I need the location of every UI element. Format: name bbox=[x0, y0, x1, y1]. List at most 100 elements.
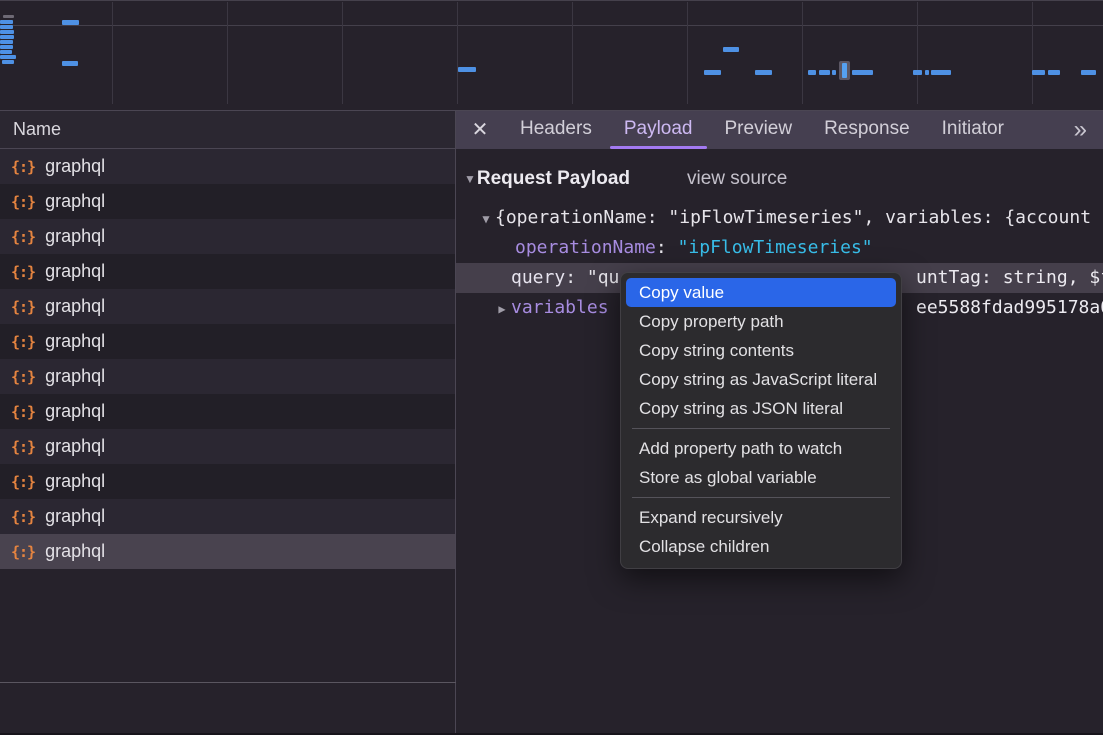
request-timing-bar bbox=[931, 70, 951, 75]
request-name: graphql bbox=[45, 156, 105, 177]
request-timing-bar bbox=[925, 70, 929, 75]
json-fetch-icon: {:} bbox=[11, 403, 35, 421]
request-timing-bar bbox=[0, 45, 13, 49]
overview-gridline bbox=[342, 2, 343, 104]
request-timing-bar bbox=[819, 70, 830, 75]
tab-payload[interactable]: Payload bbox=[608, 111, 709, 149]
overview-gridline bbox=[457, 2, 458, 104]
request-row[interactable]: {:}graphql bbox=[0, 534, 455, 569]
menu-item-copy-string-as-javascript-literal[interactable]: Copy string as JavaScript literal bbox=[621, 365, 901, 394]
request-timing-bar bbox=[0, 35, 14, 39]
menu-item-copy-string-contents[interactable]: Copy string contents bbox=[621, 336, 901, 365]
request-row[interactable]: {:} graphql bbox=[0, 394, 455, 429]
property-key: variables bbox=[511, 297, 609, 318]
overview-gridline bbox=[917, 2, 918, 104]
menu-item-copy-property-path[interactable]: Copy property path bbox=[621, 307, 901, 336]
request-timing-bar bbox=[0, 40, 13, 44]
json-fetch-icon: {:} bbox=[11, 298, 35, 316]
request-name: graphql bbox=[45, 506, 105, 527]
request-timing-bar bbox=[808, 70, 816, 75]
request-timing-bar bbox=[458, 67, 476, 72]
property-key: query bbox=[511, 267, 565, 288]
tab-initiator[interactable]: Initiator bbox=[926, 111, 1020, 149]
network-request-pane: Name {:}graphql{:}graphql{:}graphql{:}gr… bbox=[0, 110, 455, 733]
request-name: graphql bbox=[45, 401, 105, 422]
property-value-right: untTag: string, $f bbox=[916, 263, 1103, 293]
request-name: graphql bbox=[45, 331, 105, 352]
request-timing-bar bbox=[0, 20, 13, 24]
request-row[interactable]: {:}graphql bbox=[0, 254, 455, 289]
tree-row-operation-name[interactable]: operationName: "ipFlowTimeseries" bbox=[456, 233, 1103, 263]
request-list: {:} graphql {:} graphql {:} graphql {:} graphql… bbox=[0, 149, 455, 733]
menu-item-copy-string-as-json-literal[interactable]: Copy string as JSON literal bbox=[621, 394, 901, 423]
request-row[interactable]: {:} graphql bbox=[0, 184, 455, 219]
property-value-left: "qu bbox=[587, 267, 620, 288]
close-icon[interactable]: ✕ bbox=[468, 111, 492, 149]
request-payload-section-header[interactable]: ▼ Request Payload view source bbox=[464, 163, 787, 195]
menu-divider bbox=[632, 497, 890, 498]
name-column-header[interactable]: Name bbox=[0, 110, 455, 149]
menu-item-add-property-path-to-watch[interactable]: Add property path to watch bbox=[621, 434, 901, 463]
overview-gridline bbox=[572, 2, 573, 104]
request-row[interactable]: {:} graphql bbox=[0, 149, 455, 184]
collapse-triangle-icon[interactable]: ▼ bbox=[464, 172, 476, 186]
overview-gridline bbox=[687, 2, 688, 104]
json-fetch-icon: {:} bbox=[11, 508, 35, 526]
expand-triangle-icon[interactable]: ▶ bbox=[493, 294, 511, 323]
menu-item-store-as-global-variable[interactable]: Store as global variable bbox=[621, 463, 901, 492]
tab-preview[interactable]: Preview bbox=[709, 111, 809, 149]
property-value: "ipFlowTimeseries" bbox=[678, 237, 873, 258]
request-name: graphql bbox=[45, 261, 105, 282]
request-row[interactable]: {:}graphql bbox=[0, 429, 455, 464]
request-timing-bar bbox=[0, 25, 13, 29]
detail-tab-bar: ✕ HeadersPayloadPreviewResponseInitiator… bbox=[456, 110, 1103, 149]
more-tabs-icon[interactable]: » bbox=[1074, 113, 1087, 147]
request-timing-bar bbox=[842, 63, 847, 78]
request-timing-bar bbox=[0, 30, 14, 34]
expand-triangle-icon[interactable]: ▼ bbox=[477, 204, 495, 233]
property-key: operationName bbox=[515, 237, 656, 258]
request-timing-bar bbox=[723, 47, 739, 52]
request-name: graphql bbox=[45, 541, 105, 562]
json-fetch-icon: {:} bbox=[11, 193, 35, 211]
devtools-window: Name {:}graphql{:}graphql{:}graphql{:}gr… bbox=[0, 0, 1103, 735]
json-fetch-icon: {:} bbox=[11, 158, 35, 176]
tree-row-root[interactable]: ▼{operationName: "ipFlowTimeseries", var… bbox=[456, 203, 1103, 233]
json-fetch-icon: {:} bbox=[11, 333, 35, 351]
json-fetch-icon: {:} bbox=[11, 473, 35, 491]
colon: : bbox=[656, 237, 678, 258]
request-row[interactable]: {:} graphql bbox=[0, 499, 455, 534]
object-preview: {operationName: "ipFlowTimeseries", vari… bbox=[495, 207, 1091, 228]
request-timing-bar bbox=[755, 70, 772, 75]
request-name: graphql bbox=[45, 471, 105, 492]
menu-item-collapse-children[interactable]: Collapse children bbox=[621, 532, 901, 561]
tab-response[interactable]: Response bbox=[808, 111, 926, 149]
request-row[interactable]: {:} graphql bbox=[0, 464, 455, 499]
view-source-link[interactable]: view source bbox=[687, 168, 787, 190]
request-timing-bar bbox=[913, 70, 922, 75]
context-menu: Copy valueCopy property pathCopy string … bbox=[620, 272, 902, 569]
overview-timeline[interactable] bbox=[0, 0, 1103, 111]
request-timing-bar bbox=[0, 50, 12, 54]
request-timing-bar bbox=[62, 61, 78, 66]
tab-strip: HeadersPayloadPreviewResponseInitiator bbox=[504, 111, 1020, 149]
overview-gridline bbox=[227, 2, 228, 104]
request-row[interactable]: {:} graphql bbox=[0, 289, 455, 324]
request-name: graphql bbox=[45, 296, 105, 317]
json-fetch-icon: {:} bbox=[11, 368, 35, 386]
menu-item-copy-value[interactable]: Copy value bbox=[626, 278, 896, 307]
request-row[interactable]: {:} graphql bbox=[0, 324, 455, 359]
request-timing-bar bbox=[3, 15, 14, 18]
request-timing-bar bbox=[1032, 70, 1045, 75]
overview-gridline bbox=[112, 2, 113, 104]
request-row[interactable]: {:} graphql bbox=[0, 359, 455, 394]
request-name: graphql bbox=[45, 191, 105, 212]
menu-item-expand-recursively[interactable]: Expand recursively bbox=[621, 503, 901, 532]
request-timing-bar bbox=[62, 20, 79, 25]
request-row[interactable]: {:}graphql bbox=[0, 219, 455, 254]
request-name: graphql bbox=[45, 366, 105, 387]
request-timing-bar bbox=[704, 70, 721, 75]
tab-headers[interactable]: Headers bbox=[504, 111, 608, 149]
colon: : bbox=[565, 267, 587, 288]
overview-gridline bbox=[1032, 2, 1033, 104]
